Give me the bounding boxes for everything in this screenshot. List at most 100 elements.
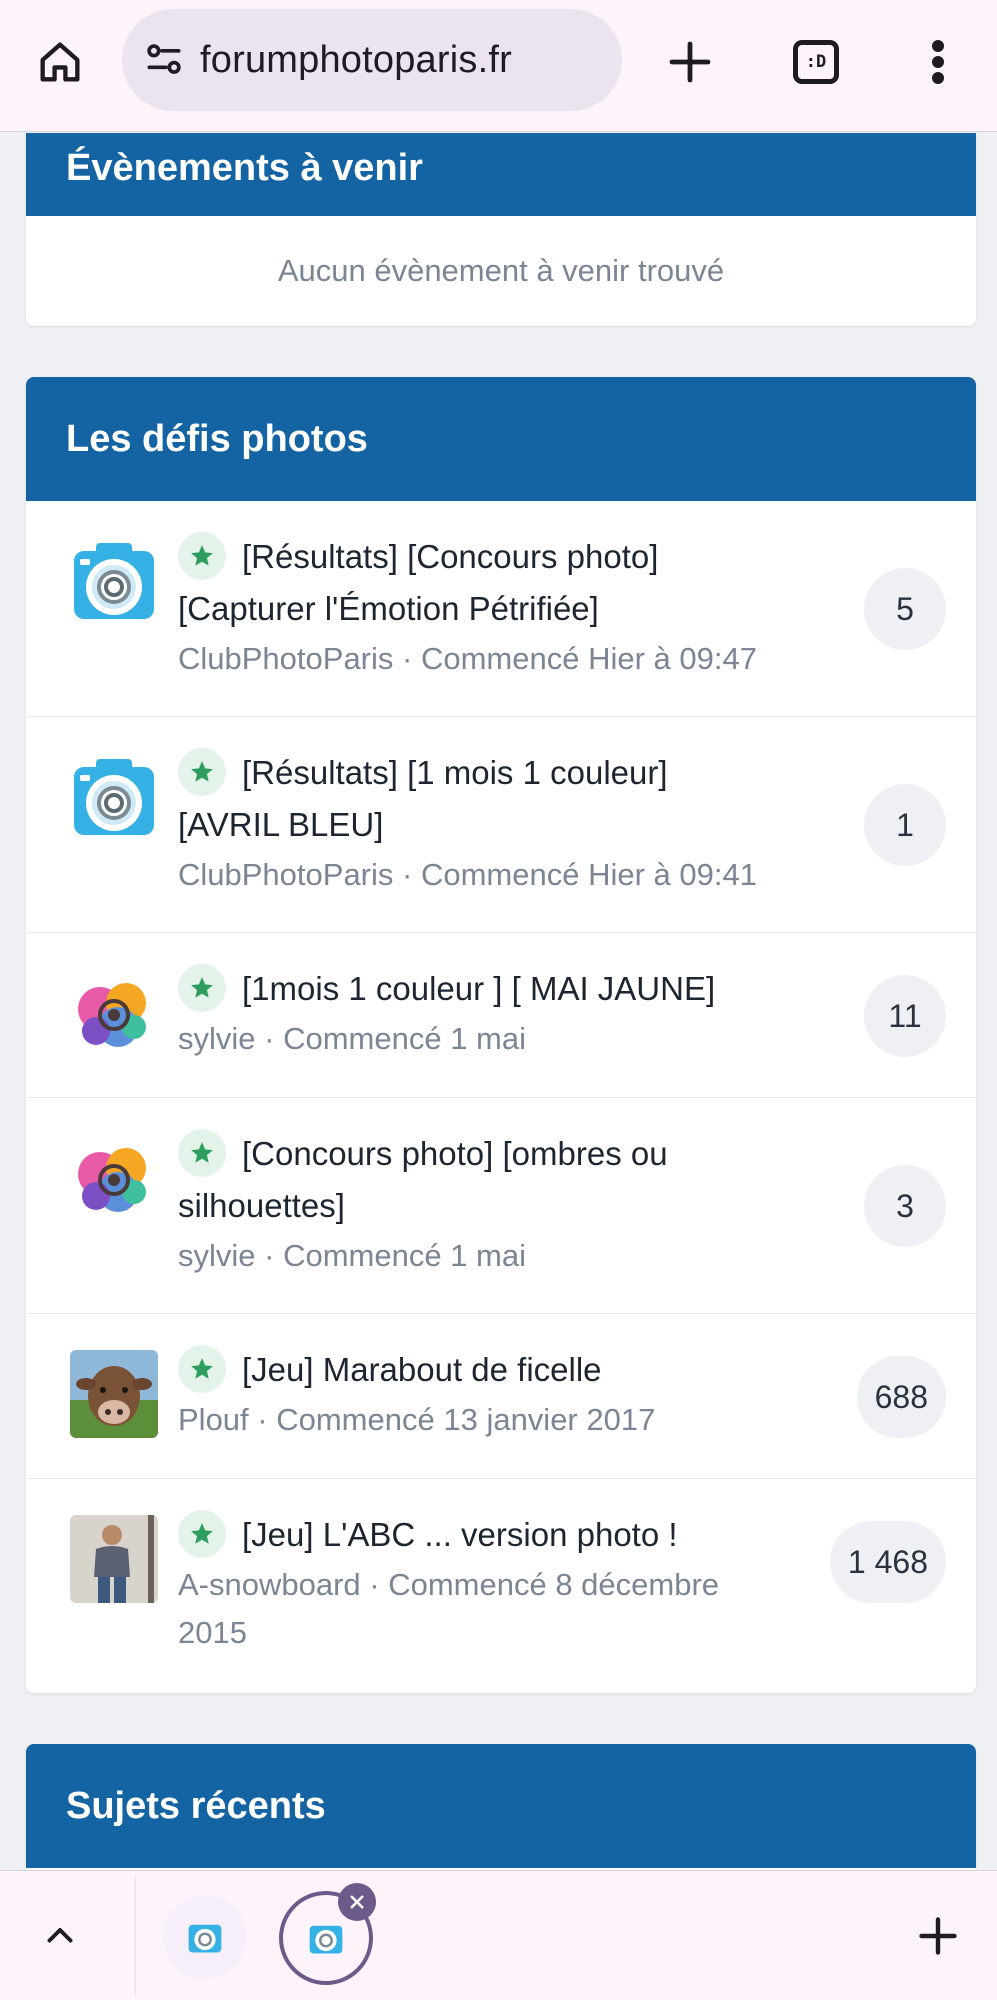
topic-started: Commencé 1 mai — [283, 1021, 526, 1057]
tab-switcher-icon: :D — [793, 40, 839, 84]
tab-switcher-button[interactable]: :D — [776, 22, 856, 102]
topic-author[interactable]: ClubPhotoParis — [178, 641, 393, 676]
topic-content: [Jeu] L'ABC ... version photo ! A-snowbo… — [178, 1509, 818, 1657]
challenges-card: Les défis photos [Résultats] [Concours p… — [26, 377, 976, 1693]
overflow-menu-button[interactable] — [898, 22, 978, 102]
pinned-badge — [178, 1510, 226, 1559]
chevron-up-icon — [47, 1928, 73, 1943]
tab-strip — [0, 1870, 997, 2000]
topic-row[interactable]: [1mois 1 couleur ] [ MAI JAUNE] sylvie ·… — [26, 933, 976, 1098]
events-card: Évènements à venir Aucun évènement à ven… — [26, 133, 976, 326]
star-icon — [191, 545, 213, 567]
topic-meta: ClubPhotoParis · Commencé Hier à 09:47 — [178, 641, 757, 677]
topic-content: [Jeu] Marabout de ficelle Plouf · Commen… — [178, 1344, 818, 1444]
avatar[interactable] — [70, 1515, 158, 1603]
topic-author[interactable]: Plouf — [178, 1402, 249, 1437]
events-title: Évènements à venir — [66, 147, 423, 189]
collapse-tabs-button[interactable] — [20, 1896, 100, 1976]
reply-count: 1 468 — [829, 1521, 946, 1603]
pinned-badge — [178, 532, 226, 581]
star-icon — [191, 761, 213, 783]
pinned-badge — [178, 964, 226, 1013]
camera-favicon-icon — [188, 1924, 222, 1953]
reply-count: 11 — [864, 975, 946, 1057]
reply-count: 3 — [864, 1165, 946, 1247]
reply-count: 1 — [864, 784, 946, 866]
colorful-art-icon — [70, 1134, 158, 1222]
events-card-header: Évènements à venir — [26, 133, 976, 216]
topic-author[interactable]: sylvie — [178, 1021, 256, 1056]
star-icon — [191, 1523, 213, 1545]
tab-divider — [135, 1877, 136, 1995]
new-tab-button[interactable] — [650, 22, 730, 102]
new-tab-icon — [669, 41, 711, 83]
topic-started: Commencé 13 janvier 2017 — [276, 1402, 656, 1438]
topic-started: Commencé 1 mai — [283, 1238, 526, 1274]
topic-started: Commencé 8 décembre — [388, 1567, 720, 1603]
topic-title[interactable]: [Résultats] [Concours photo] [Capturer l… — [178, 531, 818, 635]
plus-icon — [919, 1917, 957, 1955]
recent-topics-title: Sujets récents — [66, 1784, 326, 1827]
topic-content: [Concours photo] [ombres ou silhouettes]… — [178, 1128, 818, 1280]
topic-title[interactable]: [1mois 1 couleur ] [ MAI JAUNE] — [178, 963, 818, 1015]
topic-row[interactable]: [Concours photo] [ombres ou silhouettes]… — [26, 1098, 976, 1314]
avatar[interactable] — [70, 753, 158, 841]
challenges-card-header[interactable]: Les défis photos — [26, 377, 976, 501]
topic-started: Commencé Hier à 09:41 — [420, 857, 757, 893]
star-icon — [191, 1358, 213, 1380]
topic-meta: A-snowboard · Commencé 8 décembre 2015 — [178, 1567, 720, 1651]
topic-title[interactable]: [Jeu] Marabout de ficelle — [178, 1344, 818, 1396]
cow-photo-icon — [70, 1350, 158, 1438]
pinned-badge — [178, 1129, 226, 1178]
topic-meta: Plouf · Commencé 13 janvier 2017 — [178, 1402, 656, 1438]
avatar[interactable] — [70, 969, 158, 1057]
topic-author[interactable]: A-snowboard — [178, 1567, 361, 1602]
site-settings-icon[interactable] — [142, 38, 186, 82]
topic-title[interactable]: [Concours photo] [ombres ou silhouettes] — [178, 1128, 818, 1232]
avatar[interactable] — [70, 537, 158, 625]
address-bar[interactable]: forumphotoparis.fr — [122, 9, 622, 111]
avatar[interactable] — [70, 1350, 158, 1438]
close-tab-button[interactable] — [338, 1883, 376, 1921]
topic-started: 2015 — [178, 1615, 247, 1651]
topic-row[interactable]: [Résultats] [1 mois 1 couleur] [AVRIL BL… — [26, 717, 976, 933]
home-icon — [40, 42, 80, 82]
topic-row[interactable]: [Résultats] [Concours photo] [Capturer l… — [26, 501, 976, 717]
topic-author[interactable]: sylvie — [178, 1238, 256, 1273]
topic-title[interactable]: [Jeu] L'ABC ... version photo ! — [178, 1509, 818, 1561]
recent-topics-header[interactable]: Sujets récents — [26, 1744, 976, 1868]
browser-toolbar: forumphotoparis.fr :D — [0, 0, 997, 132]
avatar[interactable] — [70, 1134, 158, 1222]
topic-content: [Résultats] [Concours photo] [Capturer l… — [178, 531, 818, 683]
camera-favicon-icon — [309, 1925, 343, 1954]
camera-logo-icon — [74, 759, 154, 835]
challenges-title: Les défis photos — [66, 417, 368, 460]
topic-content: [Résultats] [1 mois 1 couleur] [AVRIL BL… — [178, 747, 818, 899]
home-button[interactable] — [20, 22, 100, 102]
url-text[interactable]: forumphotoparis.fr — [200, 39, 512, 82]
events-empty-message: Aucun évènement à venir trouvé — [277, 253, 725, 288]
reply-count: 688 — [856, 1356, 946, 1438]
overflow-menu-icon — [932, 40, 944, 84]
star-icon — [191, 1142, 213, 1164]
topic-row[interactable]: [Jeu] L'ABC ... version photo ! A-snowbo… — [26, 1479, 976, 1693]
new-tab-group-button[interactable] — [898, 1896, 978, 1976]
topic-started: Commencé Hier à 09:47 — [420, 641, 757, 677]
person-photo-icon — [70, 1515, 158, 1603]
tab-thumbnail[interactable] — [163, 1895, 247, 1979]
topic-meta: ClubPhotoParis · Commencé Hier à 09:41 — [178, 857, 757, 893]
star-icon — [191, 977, 213, 999]
pinned-badge — [178, 748, 226, 797]
topic-meta: sylvie · Commencé 1 mai — [178, 1021, 526, 1057]
pinned-badge — [178, 1345, 226, 1394]
topic-meta: sylvie · Commencé 1 mai — [178, 1238, 526, 1274]
reply-count: 5 — [864, 568, 946, 650]
recent-topics-card: Sujets récents — [26, 1744, 976, 1870]
close-icon — [350, 1895, 364, 1909]
topic-row[interactable]: [Jeu] Marabout de ficelle Plouf · Commen… — [26, 1314, 976, 1479]
camera-logo-icon — [74, 543, 154, 619]
topic-content: [1mois 1 couleur ] [ MAI JAUNE] sylvie ·… — [178, 963, 818, 1063]
topic-author[interactable]: ClubPhotoParis — [178, 857, 393, 892]
topic-title[interactable]: [Résultats] [1 mois 1 couleur] [AVRIL BL… — [178, 747, 818, 851]
colorful-art-icon — [70, 969, 158, 1057]
